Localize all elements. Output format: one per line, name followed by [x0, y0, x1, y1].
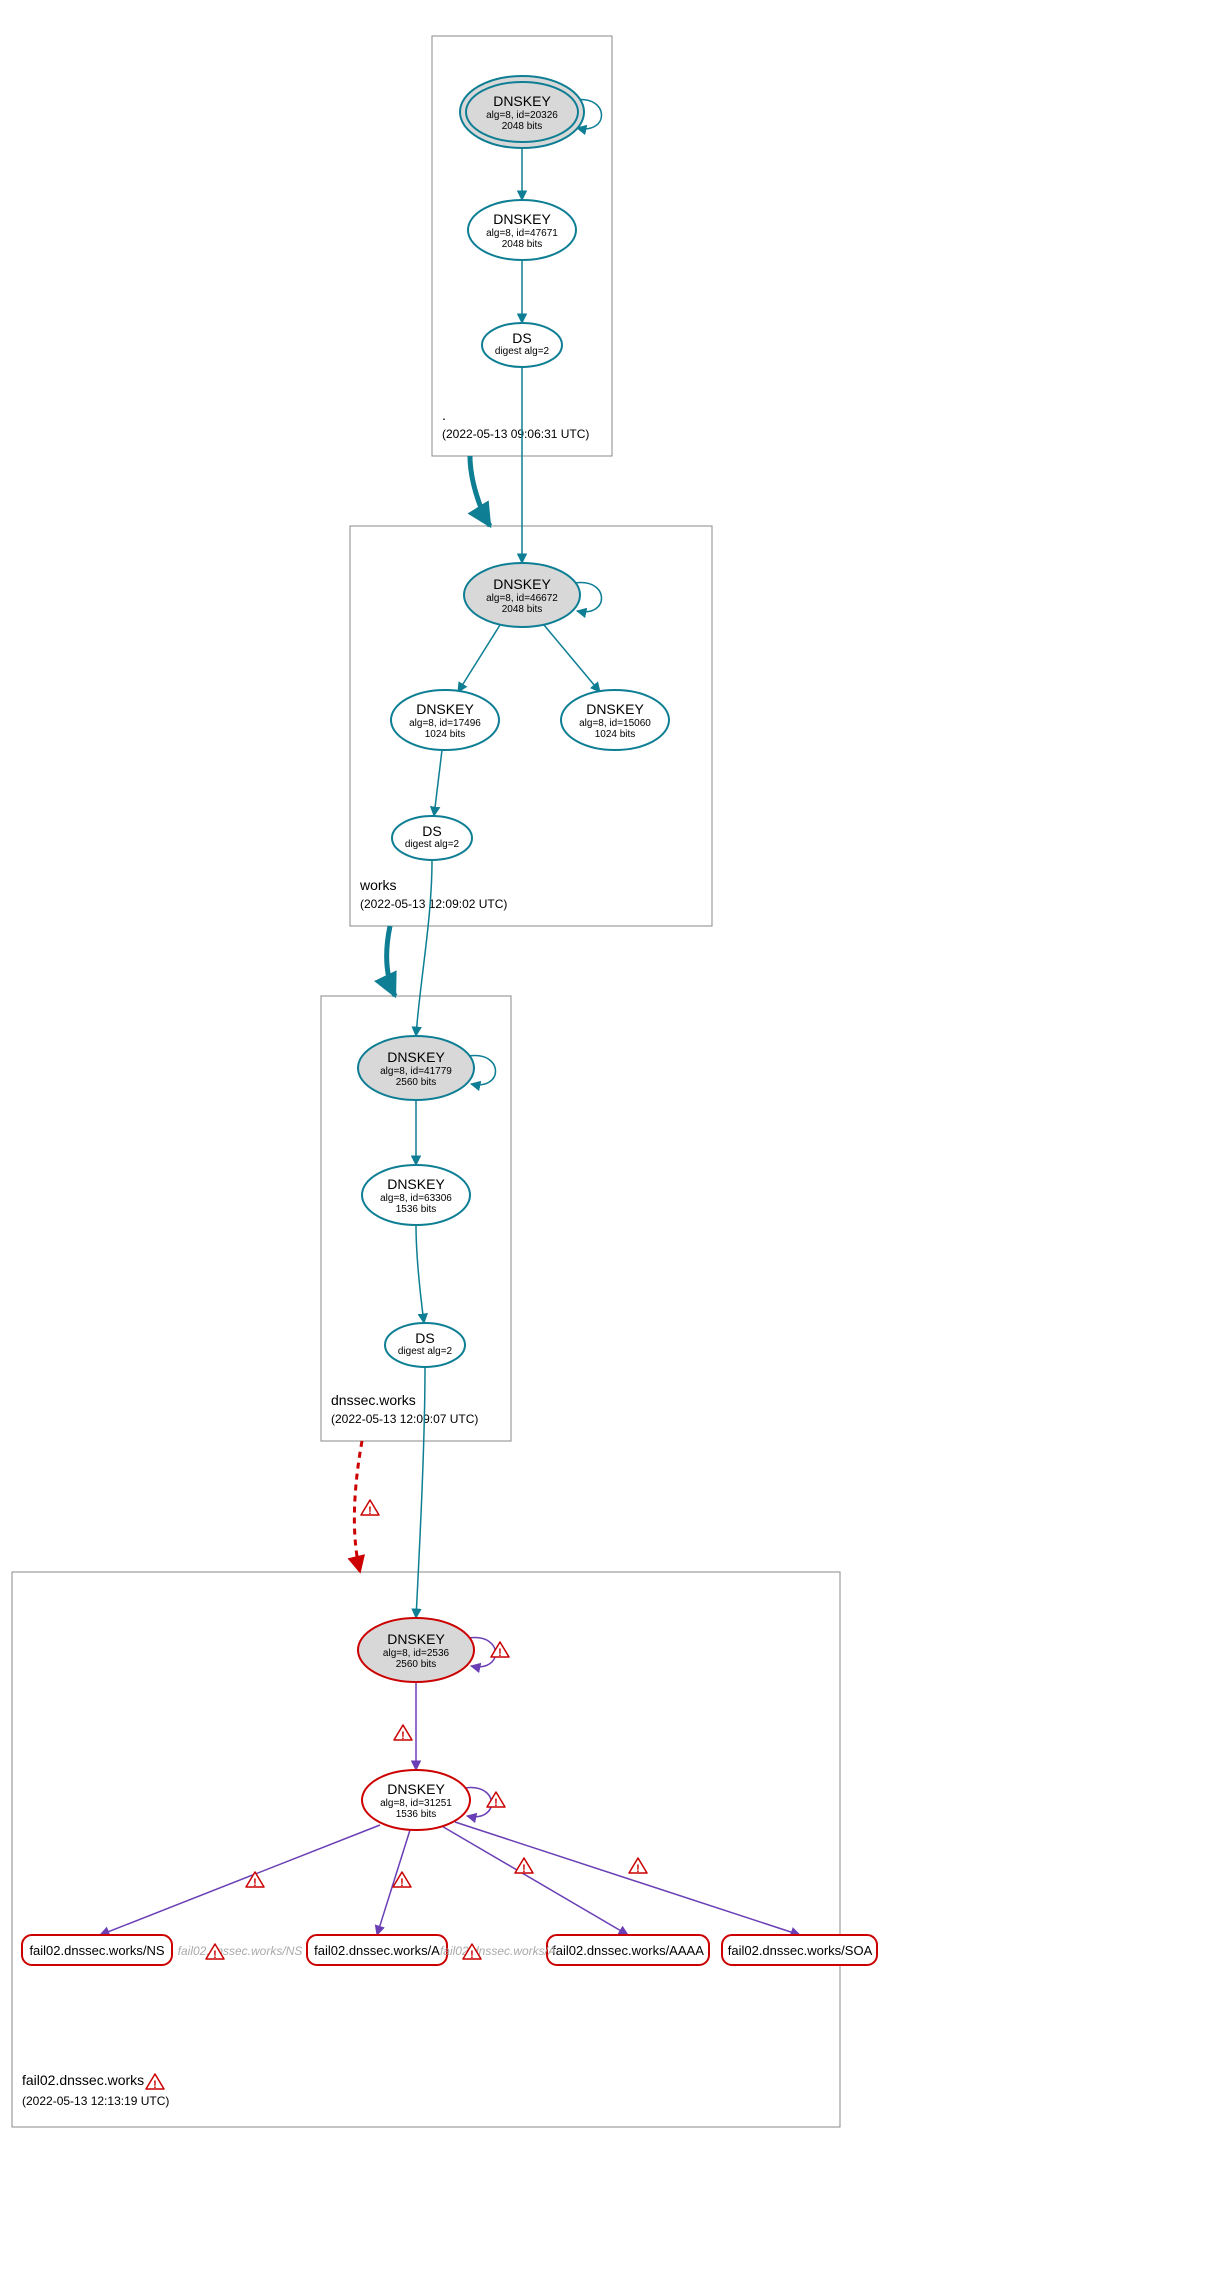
svg-text:!: !: [153, 2079, 157, 2091]
svg-text:fail02.dnssec.works/AAAA: fail02.dnssec.works/AAAA: [552, 1943, 704, 1958]
zone-works-name: works: [359, 877, 397, 893]
svg-text:1024 bits: 1024 bits: [595, 729, 636, 740]
edge-dnssec-fail-deleg-broken: [354, 1441, 362, 1572]
svg-text:DS: DS: [422, 823, 441, 839]
svg-text:DNSKEY: DNSKEY: [387, 1176, 445, 1192]
edge-root-works-deleg: [470, 456, 490, 526]
svg-text:2048 bits: 2048 bits: [502, 239, 543, 250]
ghost-ns: fail02.dnssec.works/NS: [178, 1944, 303, 1958]
svg-text:!: !: [213, 1949, 217, 1961]
node-root-dnskey-zsk[interactable]: DNSKEY alg=8, id=47671 2048 bits: [468, 200, 576, 260]
svg-text:alg=8, id=46672: alg=8, id=46672: [486, 593, 558, 604]
node-root-ds[interactable]: DS digest alg=2: [482, 323, 562, 367]
svg-text:DNSKEY: DNSKEY: [493, 576, 551, 592]
edge-works-ksk-zsk1: [458, 625, 500, 692]
svg-text:!: !: [253, 1877, 257, 1889]
svg-text:fail02.dnssec.works/SOA: fail02.dnssec.works/SOA: [728, 1943, 873, 1958]
warning-icon: !: [487, 1792, 505, 1809]
svg-text:2560 bits: 2560 bits: [396, 1659, 437, 1670]
node-works-dnskey-zsk2[interactable]: DNSKEY alg=8, id=15060 1024 bits: [561, 690, 669, 750]
zone-dnssec-ts: (2022-05-13 12:09:07 UTC): [331, 1412, 478, 1426]
node-works-ds[interactable]: DS digest alg=2: [392, 816, 472, 860]
svg-text:digest alg=2: digest alg=2: [405, 839, 460, 850]
zone-root-name: .: [442, 407, 446, 423]
warning-icon: !: [361, 1500, 379, 1517]
edge-works-ds-dnssec-ksk: [416, 860, 432, 1036]
svg-text:1536 bits: 1536 bits: [396, 1809, 437, 1820]
svg-text:alg=8, id=47671: alg=8, id=47671: [486, 228, 558, 239]
zone-fail-name: fail02.dnssec.works: [22, 2072, 144, 2088]
svg-text:!: !: [636, 1863, 640, 1875]
warning-icon: !: [629, 1858, 647, 1875]
svg-text:2048 bits: 2048 bits: [502, 121, 543, 132]
rrset-soa[interactable]: fail02.dnssec.works/SOA: [722, 1935, 877, 1965]
warning-icon: !: [491, 1642, 509, 1659]
warning-icon: !: [394, 1725, 412, 1742]
svg-text:DNSKEY: DNSKEY: [387, 1631, 445, 1647]
svg-text:1536 bits: 1536 bits: [396, 1204, 437, 1215]
svg-text:alg=8, id=20326: alg=8, id=20326: [486, 110, 558, 121]
svg-text:fail02.dnssec.works/A: fail02.dnssec.works/A: [314, 1943, 440, 1958]
node-fail-dnskey-zsk[interactable]: DNSKEY alg=8, id=31251 1536 bits: [362, 1770, 470, 1830]
node-works-dnskey-zsk1[interactable]: DNSKEY alg=8, id=17496 1024 bits: [391, 690, 499, 750]
node-root-dnskey-ksk[interactable]: DNSKEY alg=8, id=20326 2048 bits: [460, 76, 584, 148]
node-dnssec-dnskey-zsk[interactable]: DNSKEY alg=8, id=63306 1536 bits: [362, 1165, 470, 1225]
svg-text:digest alg=2: digest alg=2: [398, 1346, 453, 1357]
rrset-a[interactable]: fail02.dnssec.works/A: [307, 1935, 447, 1965]
svg-text:DNSKEY: DNSKEY: [387, 1781, 445, 1797]
edge-fail-zsk-soa: [455, 1822, 800, 1935]
svg-text:DS: DS: [512, 330, 531, 346]
edge-fail-zsk-aaaa: [440, 1825, 628, 1935]
zone-works-ts: (2022-05-13 12:09:02 UTC): [360, 897, 507, 911]
edge-works-zsk1-ds: [434, 750, 442, 816]
svg-text:alg=8, id=2536: alg=8, id=2536: [383, 1648, 450, 1659]
ghost-a: fail02.dnssec.works/A: [440, 1944, 556, 1958]
rrset-ns[interactable]: fail02.dnssec.works/NS: [22, 1935, 172, 1965]
svg-text:!: !: [470, 1949, 474, 1961]
svg-text:!: !: [522, 1863, 526, 1875]
edge-works-ksk-zsk2: [544, 625, 600, 692]
svg-text:DS: DS: [415, 1330, 434, 1346]
warning-icon: !: [246, 1872, 264, 1889]
edge-works-dnssec-deleg: [387, 926, 395, 996]
edge-dnssec-zsk-ds: [416, 1225, 424, 1323]
node-dnssec-ds[interactable]: DS digest alg=2: [385, 1323, 465, 1367]
edge-dnssec-ds-fail-ksk: [416, 1367, 425, 1618]
svg-text:2560 bits: 2560 bits: [396, 1077, 437, 1088]
svg-text:alg=8, id=63306: alg=8, id=63306: [380, 1193, 452, 1204]
svg-text:!: !: [400, 1877, 404, 1889]
svg-text:DNSKEY: DNSKEY: [387, 1049, 445, 1065]
svg-text:fail02.dnssec.works/NS: fail02.dnssec.works/NS: [29, 1943, 164, 1958]
svg-text:DNSKEY: DNSKEY: [493, 211, 551, 227]
svg-text:!: !: [401, 1730, 405, 1742]
svg-text:DNSKEY: DNSKEY: [493, 93, 551, 109]
node-dnssec-dnskey-ksk[interactable]: DNSKEY alg=8, id=41779 2560 bits: [358, 1036, 474, 1100]
zone-root-ts: (2022-05-13 09:06:31 UTC): [442, 427, 589, 441]
zone-dnssec-name: dnssec.works: [331, 1392, 416, 1408]
svg-text:digest alg=2: digest alg=2: [495, 346, 550, 357]
edge-fail-zsk-ns: [100, 1825, 380, 1935]
svg-text:alg=8, id=15060: alg=8, id=15060: [579, 718, 651, 729]
node-fail-dnskey-ksk[interactable]: DNSKEY alg=8, id=2536 2560 bits: [358, 1618, 474, 1682]
svg-text:DNSKEY: DNSKEY: [416, 701, 474, 717]
svg-text:alg=8, id=41779: alg=8, id=41779: [380, 1066, 452, 1077]
node-works-dnskey-ksk[interactable]: DNSKEY alg=8, id=46672 2048 bits: [464, 563, 580, 627]
warning-icon: !: [515, 1858, 533, 1875]
svg-text:!: !: [494, 1797, 498, 1809]
svg-text:2048 bits: 2048 bits: [502, 604, 543, 615]
svg-text:alg=8, id=31251: alg=8, id=31251: [380, 1798, 452, 1809]
svg-text:DNSKEY: DNSKEY: [586, 701, 644, 717]
svg-text:alg=8, id=17496: alg=8, id=17496: [409, 718, 481, 729]
warning-icon: !: [146, 2074, 164, 2091]
zone-fail-ts: (2022-05-13 12:13:19 UTC): [22, 2094, 169, 2108]
svg-text:1024 bits: 1024 bits: [425, 729, 466, 740]
svg-text:!: !: [498, 1647, 502, 1659]
svg-text:!: !: [368, 1505, 372, 1517]
rrset-aaaa[interactable]: fail02.dnssec.works/AAAA: [547, 1935, 709, 1965]
